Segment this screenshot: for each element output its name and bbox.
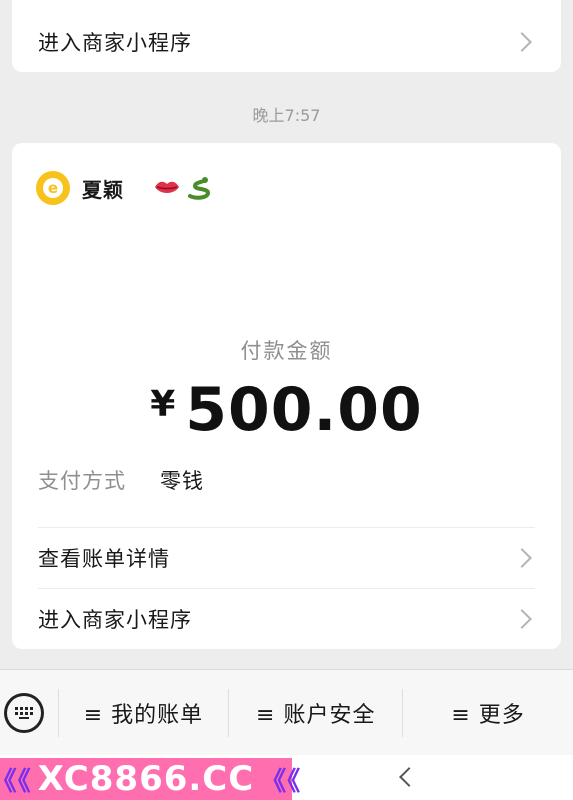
menu-my-bills[interactable]: ≡ 我的账单	[59, 688, 229, 738]
enter-mini-program-row[interactable]: 进入商家小程序	[38, 590, 535, 648]
merchant-logo-icon: e	[36, 171, 70, 205]
bottom-menu-bar: ≡ 我的账单 ≡ 账户安全 ≡ 更多	[0, 669, 573, 756]
merchant-name: 夏颖	[82, 177, 124, 202]
watermark-banner: 《《 XC8866.CC 《《	[0, 758, 300, 800]
currency-symbol: ¥	[150, 384, 176, 425]
previous-message-card: 进入商家小程序	[12, 0, 561, 72]
snake-icon	[188, 177, 211, 200]
watermark-text: XC8866.CC	[37, 759, 255, 799]
amount-value: 500.00	[185, 375, 423, 445]
merchant-emojis	[154, 176, 212, 200]
view-bill-details-row[interactable]: 查看账单详情	[38, 529, 535, 587]
merchant-header[interactable]: e 夏颖	[36, 171, 212, 205]
watermark-left-arrows: 《《	[0, 766, 32, 797]
row-label: 进入商家小程序	[38, 31, 192, 55]
payment-method-value: 零钱	[160, 469, 204, 493]
chevron-right-icon	[512, 609, 532, 629]
payment-card[interactable]: e 夏颖 付款金额 ¥500.00 支付方式 零钱 查看账单详情 进入商家小程序	[12, 143, 561, 649]
enter-mini-program-row[interactable]: 进入商家小程序	[38, 13, 535, 71]
watermark-right-arrows: 《《	[260, 766, 302, 797]
keyboard-icon[interactable]	[4, 693, 44, 733]
payment-method-key: 支付方式	[38, 469, 126, 493]
row-label: 查看账单详情	[38, 547, 170, 571]
menu-more[interactable]: ≡ 更多	[403, 688, 573, 738]
chevron-right-icon	[512, 548, 532, 568]
menu-account-security[interactable]: ≡ 账户安全	[229, 688, 402, 738]
payment-amount: ¥500.00	[12, 375, 561, 445]
chevron-right-icon	[512, 32, 532, 52]
divider	[38, 527, 535, 528]
row-label: 进入商家小程序	[38, 608, 192, 632]
message-timestamp: 晚上7:57	[252, 106, 321, 125]
divider	[38, 588, 535, 589]
payment-method: 支付方式 零钱	[38, 465, 204, 495]
amount-label: 付款金额	[240, 339, 333, 363]
lips-icon	[155, 181, 179, 193]
